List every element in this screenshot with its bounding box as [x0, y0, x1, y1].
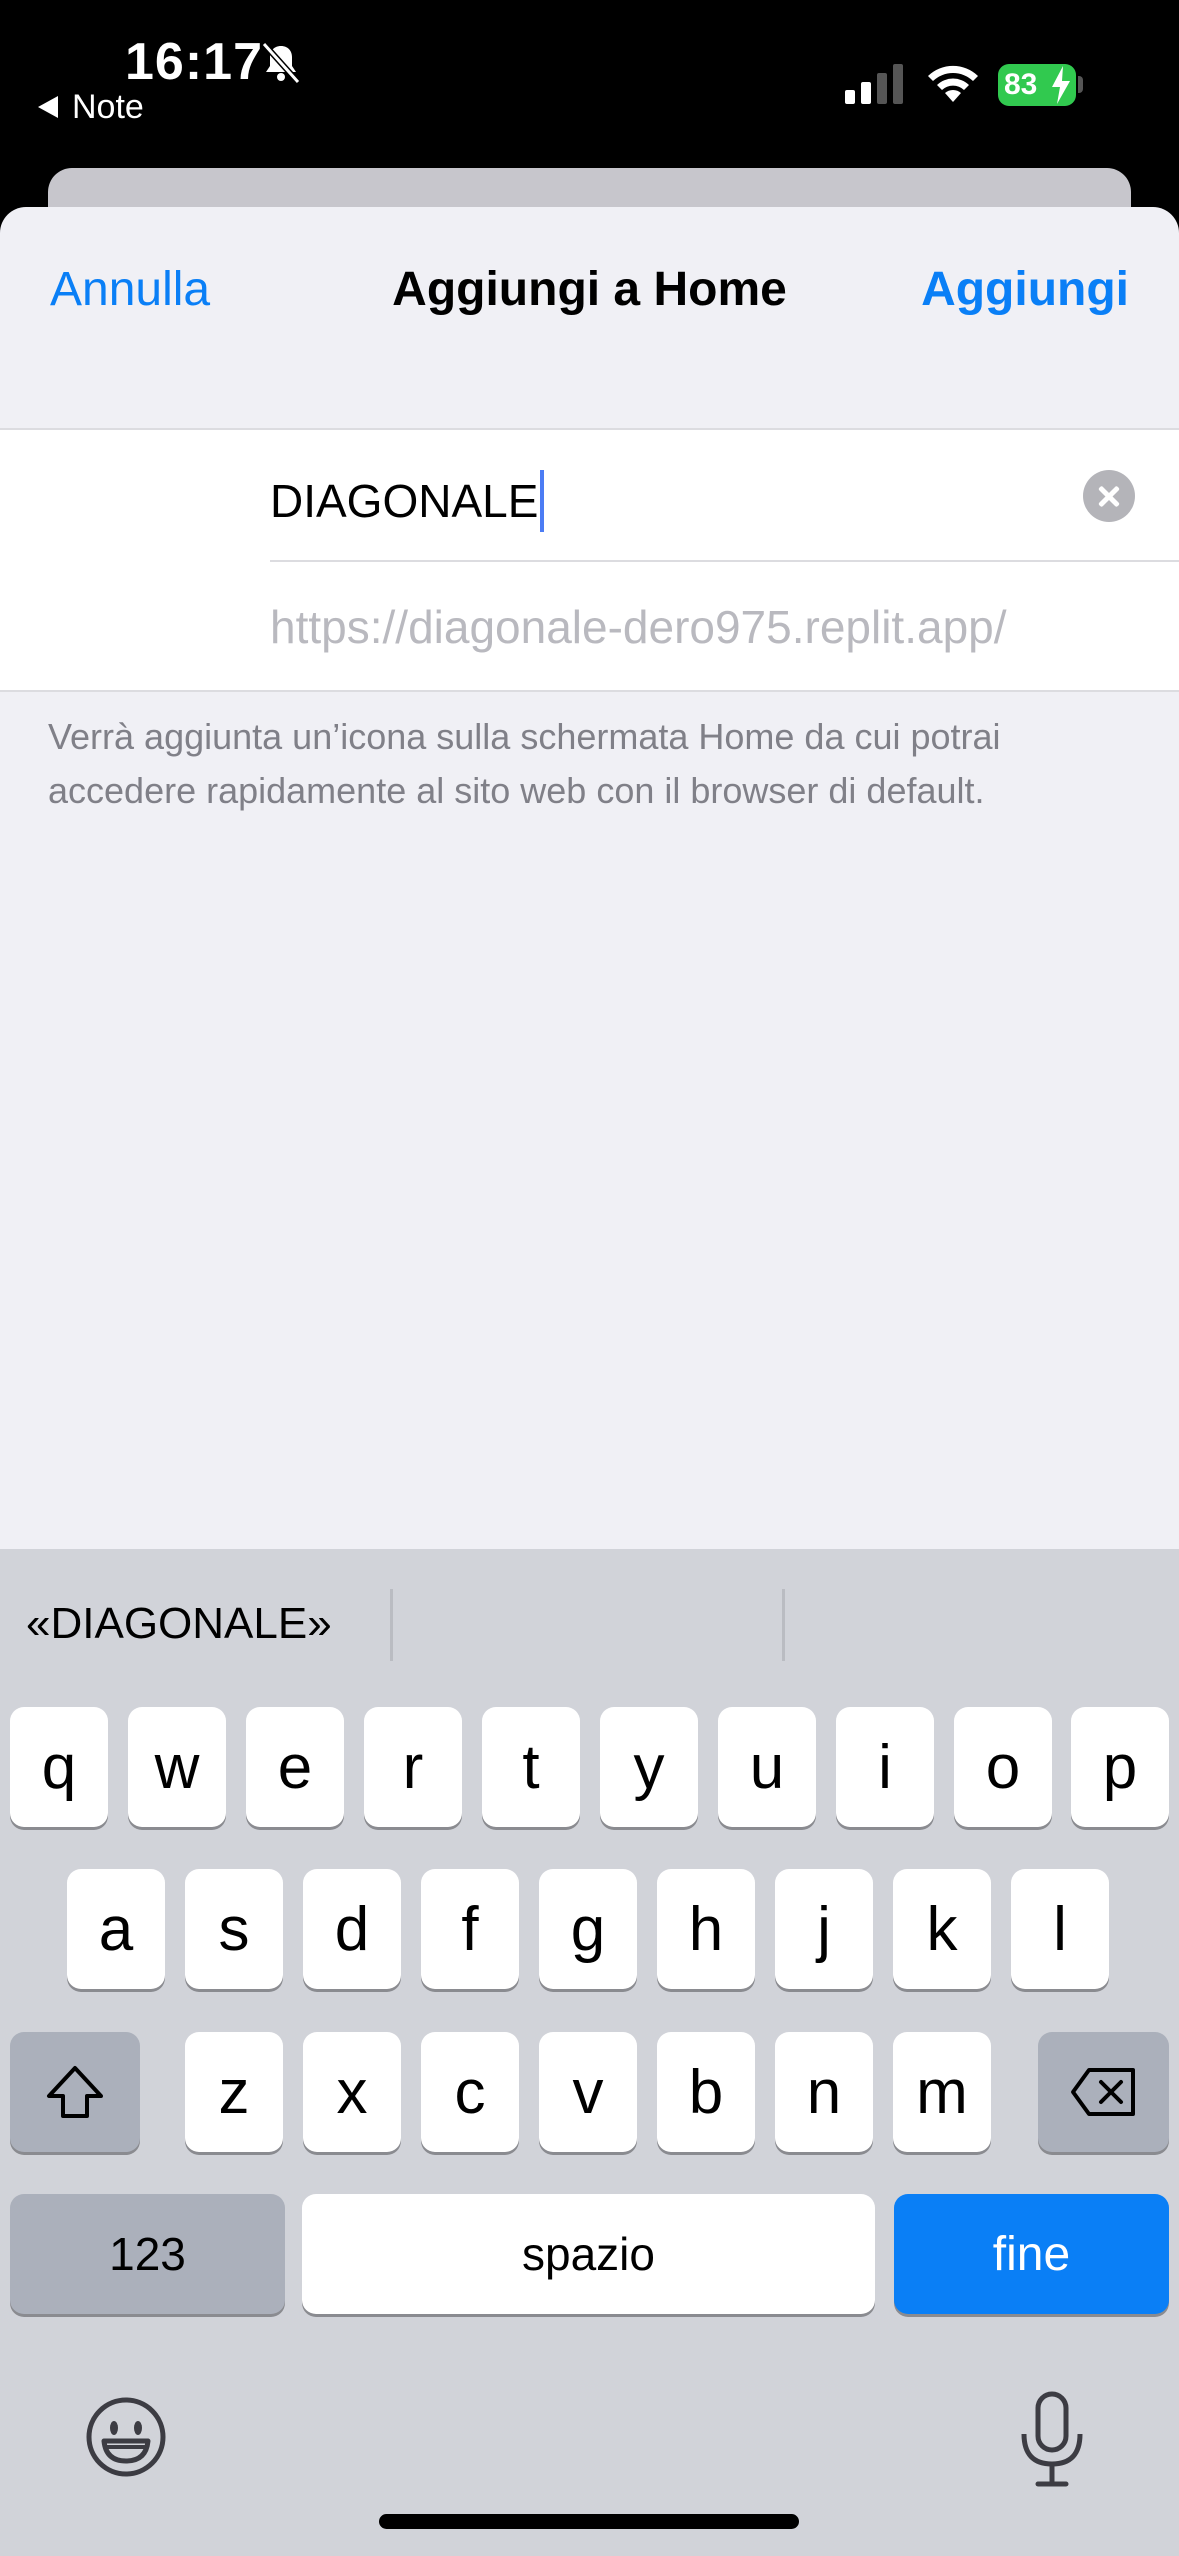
cancel-button[interactable]: Annulla [50, 262, 210, 317]
title-input-value: DIAGONALE [270, 475, 539, 527]
backspace-icon [1070, 2068, 1135, 2116]
battery-level: 83 [1004, 68, 1038, 101]
add-to-home-sheet [0, 207, 1179, 1549]
key-z[interactable]: z [185, 2032, 283, 2152]
key-v[interactable]: v [539, 2032, 637, 2152]
suggestion-divider [390, 1589, 393, 1661]
bookmark-form: DIAGONALE https://diagonale-dero975.repl… [0, 428, 1179, 692]
text-caret [540, 470, 545, 532]
key-g[interactable]: g [539, 1869, 637, 1989]
form-divider [270, 560, 1179, 562]
key-d[interactable]: d [303, 1869, 401, 1989]
key-m[interactable]: m [893, 2032, 991, 2152]
key-n[interactable]: n [775, 2032, 873, 2152]
key-b[interactable]: b [657, 2032, 755, 2152]
title-input[interactable]: DIAGONALE [270, 470, 545, 532]
key-f[interactable]: f [421, 1869, 519, 1989]
key-h[interactable]: h [657, 1869, 755, 1989]
key-q[interactable]: q [10, 1707, 108, 1827]
wifi-icon [928, 65, 978, 102]
key-y[interactable]: y [600, 1707, 698, 1827]
suggestion-item[interactable]: «DIAGONALE» [26, 1599, 332, 1649]
shift-arrow-icon [47, 2066, 103, 2118]
space-key[interactable]: spazio [302, 2194, 875, 2314]
key-e[interactable]: e [246, 1707, 344, 1827]
back-arrow-icon[interactable] [38, 96, 58, 118]
home-indicator [379, 2514, 799, 2529]
key-t[interactable]: t [482, 1707, 580, 1827]
key-p[interactable]: p [1071, 1707, 1169, 1827]
description-text: Verrà aggiunta un’icona sulla schermata … [48, 716, 1001, 811]
key-i[interactable]: i [836, 1707, 934, 1827]
key-l[interactable]: l [1011, 1869, 1109, 1989]
bell-slash-icon [261, 41, 301, 85]
suggestion-divider [782, 1589, 785, 1661]
charging-bolt-icon [1052, 66, 1070, 104]
key-x[interactable]: x [303, 2032, 401, 2152]
microphone-icon[interactable] [1012, 2390, 1092, 2490]
status-time: 16:17 [125, 33, 263, 91]
numbers-key[interactable]: 123 [10, 2194, 285, 2314]
key-u[interactable]: u [718, 1707, 816, 1827]
key-k[interactable]: k [893, 1869, 991, 1989]
key-w[interactable]: w [128, 1707, 226, 1827]
battery-tip [1078, 76, 1083, 93]
done-key[interactable]: fine [894, 2194, 1169, 2314]
delete-key[interactable] [1038, 2032, 1169, 2152]
key-c[interactable]: c [421, 2032, 519, 2152]
status-bar: 16:17 Note 83 [0, 0, 1179, 170]
shift-key[interactable] [10, 2032, 140, 2152]
key-o[interactable]: o [954, 1707, 1052, 1827]
clear-text-button[interactable] [1083, 470, 1135, 522]
back-to-app-link[interactable]: Note [72, 88, 144, 127]
key-j[interactable]: j [775, 1869, 873, 1989]
key-r[interactable]: r [364, 1707, 462, 1827]
cellular-signal-icon [845, 64, 903, 104]
keyboard: «DIAGONALE» q w e r t y u i o p a s d f … [0, 1549, 1179, 2556]
add-button[interactable]: Aggiungi [921, 262, 1129, 317]
key-s[interactable]: s [185, 1869, 283, 1989]
key-a[interactable]: a [67, 1869, 165, 1989]
url-field: https://diagonale-dero975.replit.app/ [270, 601, 1007, 653]
emoji-icon[interactable] [84, 2395, 168, 2479]
